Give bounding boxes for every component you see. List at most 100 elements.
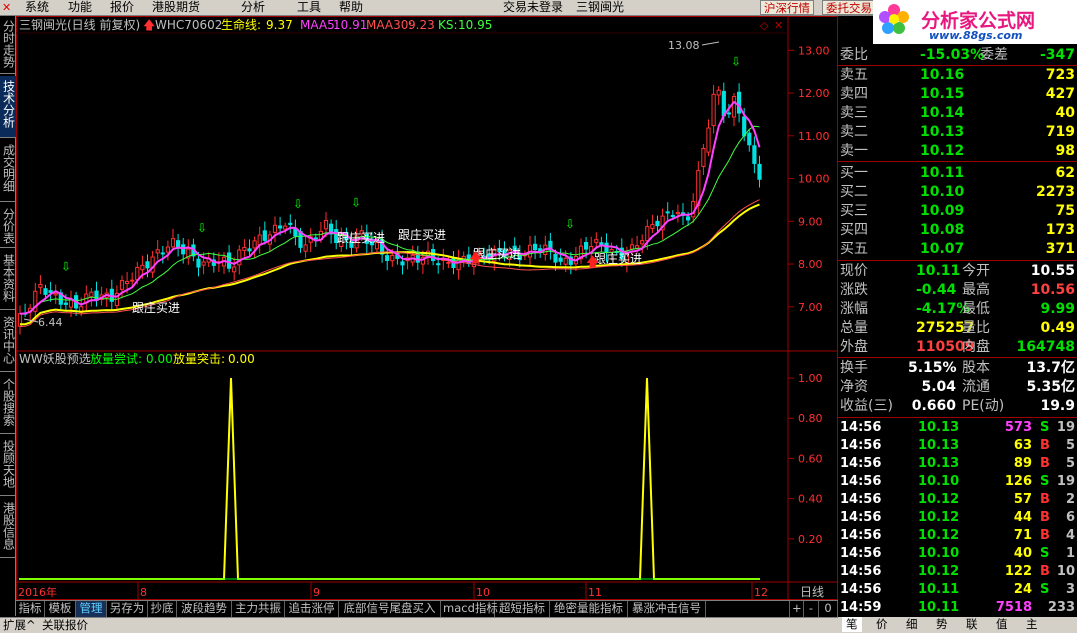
down-arrow-icon: ⇩ xyxy=(731,54,741,68)
candle-body xyxy=(737,91,742,114)
stat-row: 外盘 110509 内盘 164748 xyxy=(838,338,1077,357)
kline-chart[interactable]: 13.00 12.00 11.00 10.00 9.00 8.00 7.00 1.00 0.8… xyxy=(16,16,838,600)
menu-function[interactable]: 功能 xyxy=(68,0,92,15)
close-icon[interactable]: ✕ xyxy=(774,19,783,32)
menu-system[interactable]: 系统 xyxy=(25,0,49,15)
tab-template[interactable]: 模板 xyxy=(45,601,76,617)
zoom-reset-button[interactable]: 0 xyxy=(819,601,838,617)
stat-row: 涨幅 -4.17% 最低 9.99 xyxy=(838,300,1077,319)
tab-bottom-fishing[interactable]: 抄底 xyxy=(148,601,177,617)
stat-label: 外盘 xyxy=(840,339,868,355)
tab-value[interactable]: 值 xyxy=(996,617,1008,632)
candle-body xyxy=(716,89,721,96)
candle-body xyxy=(711,93,716,127)
stat-label: 最低 xyxy=(962,301,990,317)
tab-secret-volume[interactable]: 绝密量能指标 xyxy=(550,601,628,617)
tab-save-as[interactable]: 另存为 xyxy=(107,601,148,617)
tab-indicator[interactable]: 指标 xyxy=(16,601,45,617)
tick-volume: 573 xyxy=(1004,420,1032,435)
tab-price-table[interactable]: 分价表 xyxy=(0,204,16,248)
ks-label: KS: xyxy=(438,18,458,32)
buy-signal-label: 跟庄买进 xyxy=(594,251,642,266)
tab-linked[interactable]: 联 xyxy=(966,617,978,632)
tab-limit-chase[interactable]: 追击涨停 xyxy=(285,601,339,617)
tab-macd[interactable]: macd指标 xyxy=(441,601,498,617)
tab-main-resonance[interactable]: 主力共振 xyxy=(232,601,285,617)
tab-band-trend[interactable]: 波段趋势 xyxy=(177,601,232,617)
linked-quote-button[interactable]: 关联报价 xyxy=(42,618,88,633)
tab-trade-details[interactable]: 成交明细 xyxy=(0,140,16,202)
candle-body xyxy=(278,225,283,229)
tick-direction: B xyxy=(1040,492,1050,507)
maa30-label: MAA30: xyxy=(366,18,412,32)
tab-news-center[interactable]: 资讯中心 xyxy=(0,312,16,372)
zoom-out-button[interactable]: - xyxy=(804,601,819,617)
stat-value: -4.17% xyxy=(916,301,971,317)
level-label: 卖四 xyxy=(840,86,868,102)
tab-technical-analysis[interactable]: 技术分析 xyxy=(0,76,16,138)
stat-label: 换手 xyxy=(840,360,868,376)
candles xyxy=(17,82,762,335)
divider xyxy=(838,161,1077,162)
tab-trend[interactable]: 势 xyxy=(936,617,948,632)
tab-manage[interactable]: 管理 xyxy=(76,601,107,617)
menu-hk-futures[interactable]: 港股期货 xyxy=(152,0,200,15)
level-volume: 62 xyxy=(1055,165,1075,181)
stat-value: 13.7亿 xyxy=(1026,360,1075,376)
tab-price[interactable]: 价 xyxy=(876,617,888,632)
down-arrow-icon: ⇩ xyxy=(197,221,207,235)
tick-count: 4 xyxy=(1065,528,1075,543)
buy-signal-label: 跟庄买进 xyxy=(132,300,180,315)
tab-basic-info[interactable]: 基本资料 xyxy=(0,250,16,310)
window-toggle-icon[interactable]: ◇ xyxy=(760,19,769,32)
menu-quote[interactable]: 报价 xyxy=(110,0,134,15)
tick-count: 2 xyxy=(1065,492,1075,507)
candle-body xyxy=(645,226,650,242)
expand-button[interactable]: 扩展^ xyxy=(3,618,36,633)
tick-volume: 122 xyxy=(1004,564,1032,579)
stat-row: 涨跌 -0.44 最高 10.56 xyxy=(838,281,1077,300)
tick-time: 14:56 xyxy=(840,510,882,525)
tick-volume: 89 xyxy=(1013,456,1032,471)
x-tick-label: 11 xyxy=(588,586,602,599)
sub-y-ticks: 1.00 0.80 0.60 0.40 0.20 xyxy=(788,372,823,546)
market-quote-button[interactable]: 沪深行情 xyxy=(760,0,814,15)
candle-body xyxy=(558,257,563,262)
tab-stock-search[interactable]: 个股搜索 xyxy=(0,374,16,434)
y-tick-label: 0.40 xyxy=(798,493,823,506)
menu-tools[interactable]: 工具 xyxy=(297,0,321,15)
tab-bottom-signal[interactable]: 底部信号尾盘买入 xyxy=(339,601,441,617)
tab-timeshare[interactable]: 分时走势 xyxy=(0,16,16,74)
tab-ultra-short[interactable]: 超短指标 xyxy=(495,601,550,617)
sub-s2-value: 0.00 xyxy=(228,352,255,366)
menu-help[interactable]: 帮助 xyxy=(339,0,363,15)
menu-analysis[interactable]: 分析 xyxy=(241,0,265,15)
divider xyxy=(838,357,1077,358)
stat-value: 10.55 xyxy=(1030,263,1075,279)
tick-row: 14:56 10.12 44 B 6 xyxy=(838,509,1077,527)
candle-body xyxy=(757,163,762,180)
trade-order-button[interactable]: 委托交易 xyxy=(822,0,876,15)
tab-ticks[interactable]: 笔 xyxy=(842,617,862,632)
bid-row: 买三 10.09 75 xyxy=(838,202,1077,221)
webi-row: 委比 -15.03% 委差 -347 xyxy=(838,46,1077,65)
tab-main[interactable]: 主 xyxy=(1026,617,1038,632)
tab-advisor[interactable]: 投顾天地 xyxy=(0,436,16,496)
formula-tab-bar: 指标 模板 管理 另存为 抄底 波段趋势 主力共振 追击涨停 底部信号尾盘买入 … xyxy=(16,600,838,617)
level-volume: 427 xyxy=(1045,86,1075,102)
maa5-value: 10.91 xyxy=(333,18,367,32)
level-price: 10.09 xyxy=(920,203,965,219)
wecha-label: 委差 xyxy=(980,47,1008,63)
candle-body xyxy=(706,127,711,153)
tab-surge-signal[interactable]: 暴涨冲击信号 xyxy=(628,601,706,617)
zoom-in-button[interactable]: + xyxy=(789,601,804,617)
tab-detail[interactable]: 细 xyxy=(906,617,918,632)
tab-hk-info[interactable]: 港股信息 xyxy=(0,498,16,558)
bid-row: 买二 10.10 2273 xyxy=(838,183,1077,202)
level-price: 10.15 xyxy=(920,86,965,102)
candle-body xyxy=(533,243,538,251)
tick-time: 14:56 xyxy=(840,546,882,561)
y-tick-label: 10.00 xyxy=(798,173,830,186)
candle-body xyxy=(456,258,461,271)
tick-row: 14:56 10.12 71 B 4 xyxy=(838,527,1077,545)
